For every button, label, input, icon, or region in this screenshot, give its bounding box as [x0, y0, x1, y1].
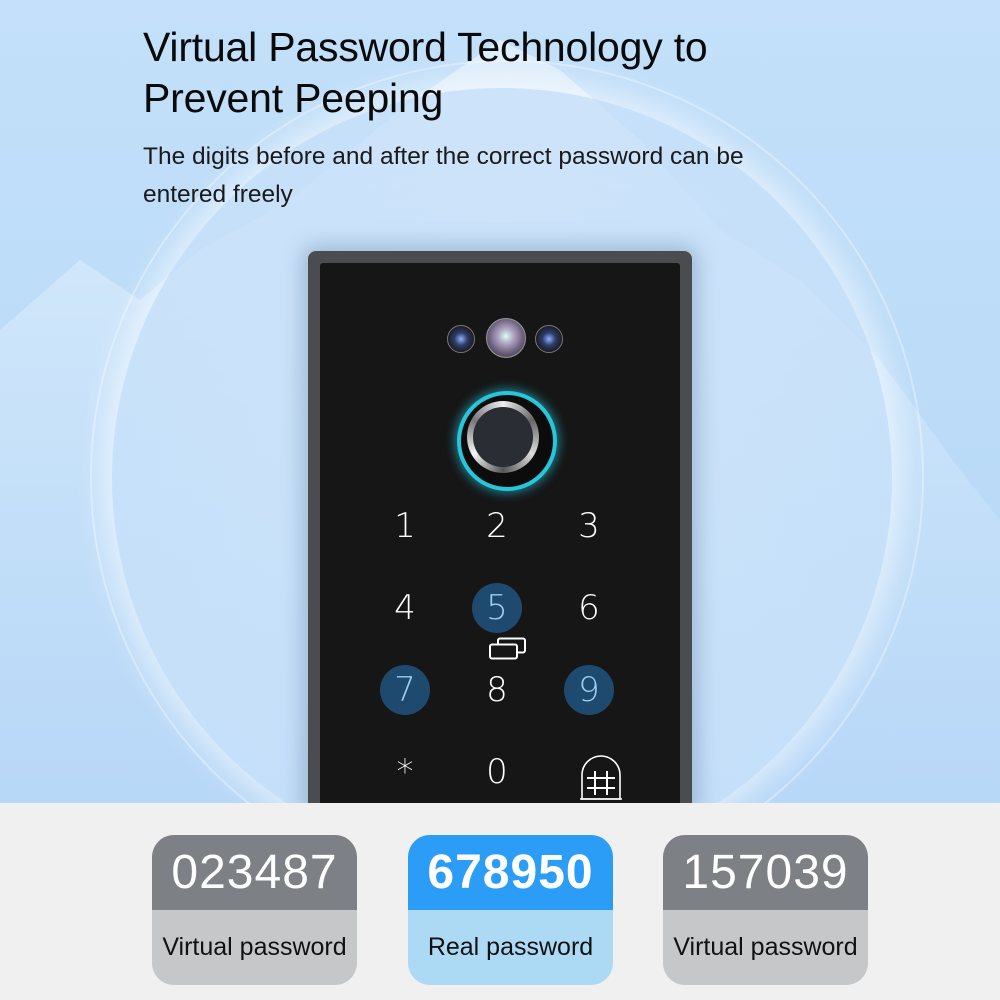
fingerprint-sensor-icon[interactable]: [457, 391, 557, 491]
password-label: Real password: [408, 910, 613, 985]
password-label: Virtual password: [152, 910, 357, 985]
key-4[interactable]: 4: [380, 583, 430, 633]
key-1[interactable]: 1: [380, 501, 430, 551]
key-7[interactable]: 7: [380, 665, 430, 715]
title-line-1: Virtual Password Technology to: [143, 24, 708, 70]
title-line-2: Prevent Peeping: [143, 75, 444, 121]
virtual-password-card: 157039 Virtual password: [663, 835, 868, 985]
virtual-password-card: 023487 Virtual password: [152, 835, 357, 985]
password-value: 023487: [152, 835, 357, 910]
password-value: 678950: [408, 835, 613, 910]
key-3[interactable]: 3: [564, 501, 614, 551]
camera-icon: [486, 318, 526, 358]
real-password-card: 678950 Real password: [408, 835, 613, 985]
key-5[interactable]: 5: [472, 583, 522, 633]
subtitle: The digits before and after the correct …: [143, 143, 744, 208]
card-reader-icon: [489, 637, 526, 660]
key-6[interactable]: 6: [564, 583, 614, 633]
key-0[interactable]: 0: [472, 747, 522, 797]
key-8[interactable]: 8: [472, 665, 522, 715]
password-value: 157039: [663, 835, 868, 910]
password-label: Virtual password: [663, 910, 868, 985]
doorbell-hash-icon[interactable]: [578, 753, 624, 803]
device-panel: 1 2 3 4 5 6 7 8 9 * 0: [320, 263, 680, 803]
key-9[interactable]: 9: [564, 665, 614, 715]
hero-background: Virtual Password Technology to Prevent P…: [0, 0, 1000, 803]
fingerprint-pad: [473, 407, 533, 467]
page-title: Virtual Password Technology to Prevent P…: [143, 22, 708, 124]
camera-icon: [447, 325, 475, 353]
camera-icon: [535, 325, 563, 353]
key-2[interactable]: 2: [472, 501, 522, 551]
smart-lock-device: 1 2 3 4 5 6 7 8 9 * 0: [308, 251, 692, 803]
key-star[interactable]: *: [380, 747, 430, 797]
fingerprint-ring: [467, 401, 539, 473]
